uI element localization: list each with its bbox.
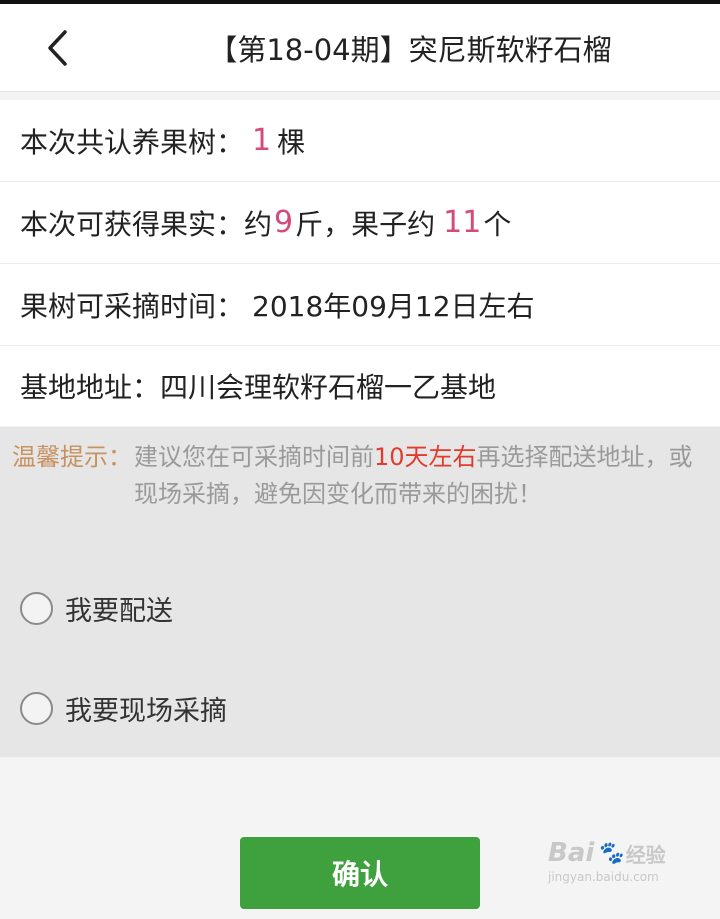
fruit-yield-row: 本次可获得果实：约 9 斤，果子约 11 个: [0, 182, 720, 264]
watermark-url: jingyan.baidu.com: [548, 870, 659, 884]
base-address-row: 基地地址： 四川会理软籽石榴一乙基地: [0, 346, 720, 426]
watermark: Bai 🐾 经验 jingyan.baidu.com: [548, 838, 718, 908]
watermark-brand-right: 经验: [625, 842, 666, 867]
tip-text: 建议您在可采摘时间前10天左右再选择配送地址，或现场采摘，避免因变化而带来的困扰…: [132, 439, 712, 513]
info-list: 本次共认养果树： 1 棵 本次可获得果实：约 9 斤，果子约 11 个 果树可采…: [0, 100, 720, 426]
fruit-weight-unit: 斤，果子约: [295, 207, 436, 241]
tree-count-row: 本次共认养果树： 1 棵: [0, 100, 720, 182]
option-delivery[interactable]: 我要配送: [20, 583, 420, 633]
option-onsite-pick[interactable]: 我要现场采摘: [20, 683, 420, 733]
header: 【第18-04期】突尼斯软籽石榴: [0, 4, 720, 92]
pick-time-label: 果树可采摘时间：: [20, 289, 245, 323]
page-title: 【第18-04期】突尼斯软籽石榴: [208, 33, 612, 67]
radio-unchecked-icon[interactable]: [20, 691, 53, 725]
tip: 温馨提示： 建议您在可采摘时间前10天左右再选择配送地址，或现场采摘，避免因变化…: [12, 439, 712, 513]
tree-count-unit: 棵: [277, 125, 306, 159]
fruit-weight-value: 9: [274, 205, 294, 240]
fruit-count-value: 11: [443, 205, 482, 240]
tip-label: 温馨提示：: [12, 443, 132, 471]
fruit-yield-label: 本次可获得果实：约: [20, 207, 273, 241]
fruit-count-unit: 个: [483, 207, 512, 241]
header-divider: [0, 92, 720, 100]
chevron-left-icon: [48, 30, 67, 66]
pick-time-row: 果树可采摘时间： 2018年09月12日左右: [0, 264, 720, 346]
base-address-label: 基地地址：: [20, 371, 161, 404]
watermark-logo: Bai 🐾 经验: [548, 838, 718, 868]
paw-icon: 🐾: [596, 840, 624, 866]
radio-unchecked-icon[interactable]: [20, 591, 53, 625]
option-onsite-pick-label: 我要现场采摘: [65, 695, 227, 727]
delivery-panel: 温馨提示： 建议您在可采摘时间前10天左右再选择配送地址，或现场采摘，避免因变化…: [0, 427, 720, 757]
confirm-button[interactable]: 确认: [240, 837, 480, 909]
tip-highlight: 10天左右: [374, 443, 477, 471]
tree-count-value: 1: [252, 123, 272, 158]
tree-count-label: 本次共认养果树：: [20, 125, 245, 159]
tip-text-before: 建议您在可采摘时间前: [134, 443, 374, 471]
back-button[interactable]: [36, 26, 80, 70]
option-delivery-label: 我要配送: [65, 595, 173, 627]
watermark-brand-left: Bai: [548, 838, 595, 868]
pick-time-value: 2018年09月12日左右: [252, 289, 535, 323]
base-address-value: 四川会理软籽石榴一乙基地: [160, 371, 497, 404]
